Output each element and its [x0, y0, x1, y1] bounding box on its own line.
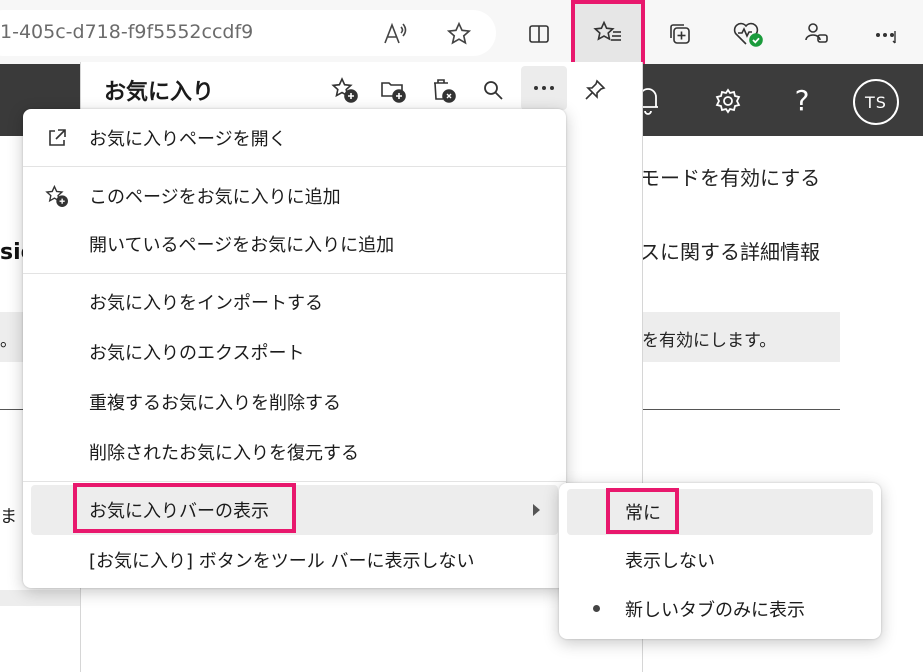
- pin-icon[interactable]: [580, 75, 610, 105]
- submenu-item-never[interactable]: 表示しない: [567, 537, 873, 583]
- background-rule-right: [640, 409, 840, 410]
- copilot-icon[interactable]: [800, 18, 832, 50]
- background-strip-2: [0, 590, 80, 606]
- menu-item-add-this-page[interactable]: このページをお気に入りに追加: [23, 171, 566, 221]
- add-favorite-star-icon[interactable]: [443, 18, 475, 50]
- menu-separator: [23, 273, 566, 274]
- menu-item-label: お気に入りページを開く: [89, 129, 287, 150]
- menu-separator: [23, 481, 566, 482]
- background-text-line-2: スに関する詳細情報: [640, 240, 820, 264]
- background-text-line-1: モードを有効にする: [640, 166, 821, 190]
- submenu-chevron-right-icon: [533, 504, 540, 516]
- menu-item-import[interactable]: お気に入りをインポートする: [23, 277, 566, 327]
- add-favorite-icon[interactable]: [330, 75, 360, 105]
- selected-bullet-icon: [593, 605, 600, 612]
- menu-item-export[interactable]: お気に入りのエクスポート: [23, 327, 566, 377]
- menu-item-label: お気に入りのエクスポート: [89, 343, 305, 364]
- background-info-text: を有効にします。: [642, 331, 777, 351]
- menu-item-restore-deleted[interactable]: 削除されたお気に入りを復元する: [23, 427, 566, 477]
- settings-gear-icon[interactable]: [712, 85, 744, 117]
- open-external-icon: [45, 126, 69, 150]
- more-icon[interactable]: [868, 18, 908, 50]
- submenu-item-label: 新しいタブのみに表示: [625, 600, 805, 621]
- split-screen-icon[interactable]: [523, 18, 555, 50]
- background-text-fragment-2: ま: [0, 507, 17, 527]
- menu-item-label: 重複するお気に入りを削除する: [89, 393, 341, 414]
- favorites-button[interactable]: [571, 0, 645, 66]
- more-options-icon[interactable]: [521, 66, 567, 110]
- favorites-panel-title: お気に入り: [104, 80, 215, 105]
- add-folder-icon[interactable]: [378, 75, 408, 105]
- menu-item-label: 削除されたお気に入りを復元する: [89, 443, 359, 464]
- background-text-fragment-3: 。: [0, 331, 17, 351]
- add-favorite-icon: [45, 184, 69, 208]
- collections-icon[interactable]: [664, 18, 696, 50]
- menu-item-label: お気に入りをインポートする: [89, 293, 323, 314]
- menu-item-remove-duplicates[interactable]: 重複するお気に入りを削除する: [23, 377, 566, 427]
- notification-bell-icon[interactable]: [640, 84, 664, 116]
- manage-favorites-icon[interactable]: [428, 75, 458, 105]
- browser-essentials-icon[interactable]: [730, 18, 766, 50]
- menu-item-label: このページをお気に入りに追加: [89, 187, 341, 208]
- favorites-icon: [593, 20, 623, 46]
- menu-item-hide-favorites-button[interactable]: [お気に入り] ボタンをツール バーに表示しない: [23, 535, 566, 585]
- address-url: 1-405c-d718-f9f5552ccdf9: [0, 21, 254, 43]
- menu-item-open-favorites-page[interactable]: お気に入りページを開く: [23, 113, 566, 163]
- help-icon[interactable]: ?: [787, 82, 817, 118]
- annotation-highlight-always: [606, 488, 679, 534]
- menu-item-add-open-pages[interactable]: 開いているページをお気に入りに追加: [23, 219, 566, 269]
- menu-item-label: 開いているページをお気に入りに追加: [89, 235, 395, 256]
- search-icon[interactable]: [478, 75, 508, 105]
- menu-item-label: [お気に入り] ボタンをツール バーに表示しない: [89, 551, 475, 572]
- submenu-item-new-tab-only[interactable]: 新しいタブのみに表示: [567, 586, 873, 632]
- menu-separator: [23, 166, 566, 167]
- submenu-item-label: 表示しない: [625, 551, 715, 572]
- avatar[interactable]: TS: [853, 79, 899, 125]
- read-aloud-icon[interactable]: [380, 18, 412, 50]
- annotation-highlight-favorites-bar: [73, 483, 296, 533]
